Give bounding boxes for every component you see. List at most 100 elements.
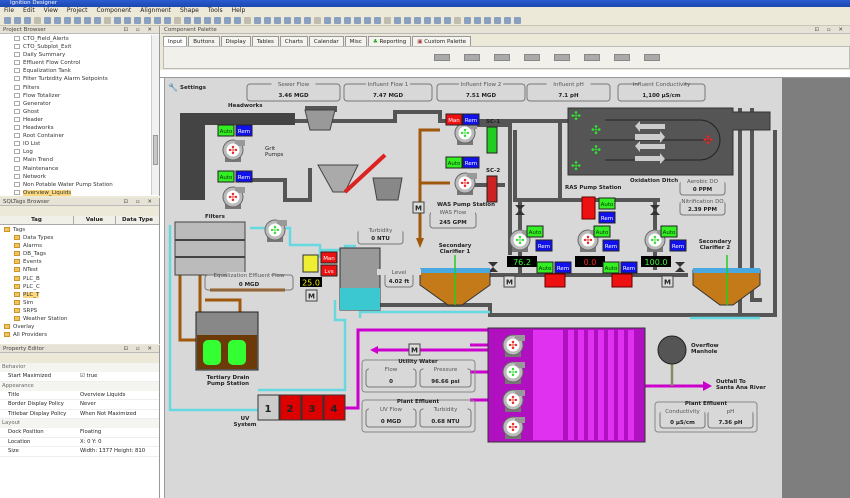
auto-button[interactable]: Auto xyxy=(217,124,235,137)
man-button[interactable]: Man xyxy=(445,113,463,126)
readout-label: Influent Flow 1 xyxy=(368,82,409,88)
label-line2: Clarifier 2 xyxy=(700,245,731,251)
auto-button[interactable]: Auto xyxy=(526,225,544,238)
motor-label: M xyxy=(506,279,513,287)
motor-operator[interactable]: M xyxy=(408,343,421,356)
was-station-label: WAS Pump Station xyxy=(437,202,495,208)
plant-effluent-title: Plant Effluent xyxy=(397,399,440,405)
uv-bank-label: 2 xyxy=(287,404,294,415)
auto-button[interactable]: Auto xyxy=(660,225,678,238)
rem-button[interactable]: Rem xyxy=(535,239,553,252)
grit-label-line2: Pumps xyxy=(265,152,284,158)
outfall-arrow xyxy=(703,381,712,391)
motor-operator[interactable]: M xyxy=(661,275,674,288)
ras-valve-2[interactable] xyxy=(611,273,633,288)
motor-operator[interactable]: M xyxy=(305,289,318,302)
ras-speed-1: 76.2 xyxy=(513,258,531,267)
ras-station-label: RAS Pump Station xyxy=(565,185,621,191)
readout-label: pH xyxy=(727,409,735,415)
pump[interactable]: ✣ xyxy=(454,172,477,196)
filters xyxy=(174,221,246,276)
readout-value: 7.36 pH xyxy=(718,420,742,426)
impeller-icon: ✣ xyxy=(508,339,517,352)
readout-value: 0 MGD xyxy=(381,419,402,425)
readout-label: Turbidity xyxy=(433,407,458,413)
readout-value: 0.68 NTU xyxy=(431,419,459,425)
rem-button[interactable]: Rem xyxy=(462,113,480,126)
pump[interactable]: ✣ xyxy=(222,139,245,163)
readout-0: Sewer Flow 3.46 MGD xyxy=(246,81,341,102)
impeller-icon: ✣ xyxy=(515,234,524,247)
rem-button[interactable]: Rem xyxy=(235,170,253,183)
readout-value: 7.1 pH xyxy=(558,93,579,99)
sc1-indicator xyxy=(486,126,498,154)
rem-button[interactable]: Rem xyxy=(554,261,572,274)
settings-button[interactable]: 🔧 Settings xyxy=(168,82,207,92)
effluent-turbidity-readout: Turbidity 0.68 NTU xyxy=(419,406,472,428)
button-label: Auto xyxy=(601,202,614,208)
settings-label: Settings xyxy=(180,85,207,91)
motor-label: M xyxy=(308,293,315,301)
motor-label: M xyxy=(415,205,422,213)
readout-value: 0 MGD xyxy=(239,282,260,288)
motor-label: M xyxy=(411,347,418,355)
sc1-label: SC-1 xyxy=(486,119,500,125)
rem-button[interactable]: Rem xyxy=(620,261,638,274)
headworks-label: Headworks xyxy=(228,103,263,109)
readout-label: Influent Flow 2 xyxy=(461,82,502,88)
button-label: Auto xyxy=(663,230,676,236)
man-button[interactable]: Man xyxy=(320,251,338,264)
readout-value: 1,100 µS/cm xyxy=(642,93,681,99)
button-label: Auto xyxy=(596,230,609,236)
auto-button[interactable]: Auto xyxy=(598,197,616,210)
label-line2: Manhole xyxy=(691,349,718,355)
was-arrow xyxy=(416,238,424,248)
button-label: Man xyxy=(448,118,460,124)
readout-label: Equalization Effluent Flow xyxy=(213,273,285,279)
uv-bank-2[interactable]: 2 xyxy=(279,394,302,421)
motor-operator[interactable]: M xyxy=(412,201,425,214)
motor-label: M xyxy=(664,279,671,287)
auto-button[interactable]: Auto xyxy=(445,156,463,169)
ras-valve[interactable] xyxy=(581,196,596,220)
uv-bank-4[interactable]: 4 xyxy=(323,394,346,421)
uv-bank-1[interactable]: 1 xyxy=(257,394,280,421)
rem-button[interactable]: Rem xyxy=(602,239,620,252)
readout-value: 4.02 ft xyxy=(389,279,410,285)
rem-button[interactable]: Rem xyxy=(598,211,616,224)
impeller-icon: ✣ xyxy=(228,144,237,157)
rem-button[interactable]: Rem xyxy=(235,124,253,137)
button-label: Man xyxy=(323,256,335,262)
readout-label: Turbidity xyxy=(368,228,393,234)
effluent-channels xyxy=(533,330,634,440)
readout-value: 3.46 MGD xyxy=(278,93,308,99)
turbidity-readout: Turbidity 0 NTU xyxy=(357,227,404,245)
button-label: Rem xyxy=(623,266,635,272)
label-line2: System xyxy=(234,422,257,428)
auto-button[interactable]: Auto xyxy=(602,261,620,274)
auto-button[interactable]: Auto xyxy=(536,261,554,274)
motor-operator[interactable]: M xyxy=(503,275,516,288)
overflow-label: Overflow Manhole xyxy=(691,343,719,355)
button-label: Rem xyxy=(557,266,569,272)
pump[interactable]: ✣ xyxy=(264,219,287,243)
readout-4: Influent Conductivity 1,100 µS/cm xyxy=(617,81,706,102)
pump[interactable]: ✣ xyxy=(222,186,245,210)
rem-button[interactable]: Rem xyxy=(462,156,480,169)
rem-button[interactable]: Rem xyxy=(669,239,687,252)
lvs-button[interactable]: Lvs xyxy=(320,264,338,277)
utility-flow-readout: Flow 0 xyxy=(365,366,417,388)
grit-pumps-label: Grit Pumps xyxy=(265,146,284,158)
auto-button[interactable]: Auto xyxy=(217,170,235,183)
ras-valve-1[interactable] xyxy=(544,273,566,288)
uv-bank-label: 4 xyxy=(331,404,338,415)
uv-bank-3[interactable]: 3 xyxy=(301,394,324,421)
auto-button[interactable]: Auto xyxy=(593,225,611,238)
svg-text:✣: ✣ xyxy=(571,159,581,173)
label-line2: Clarifier 1 xyxy=(440,249,471,255)
nitrification-do-readout: Nitrification DO 2.39 PPM xyxy=(679,198,726,216)
pump[interactable]: ✣ xyxy=(454,122,477,146)
readout-value: 0 µS/cm xyxy=(670,420,695,426)
uv-flow-readout: UV Flow 0 MGD xyxy=(365,406,417,428)
readout-value: 96.66 psi xyxy=(431,379,460,385)
